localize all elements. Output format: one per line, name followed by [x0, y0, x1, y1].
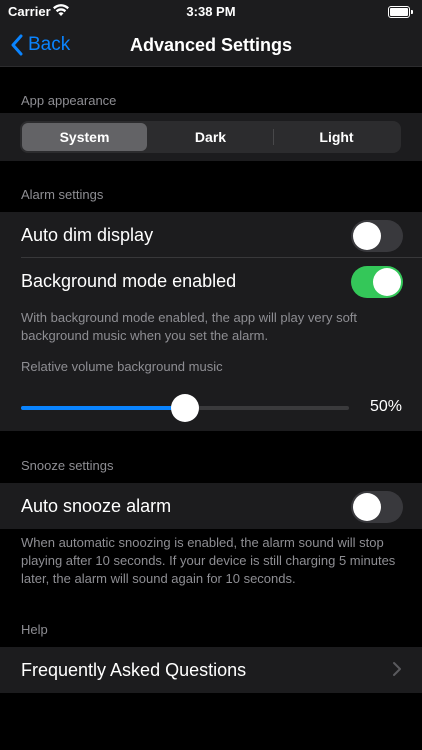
chevron-right-icon — [393, 662, 401, 676]
auto-dim-row: Auto dim display — [0, 212, 422, 258]
background-mode-toggle[interactable] — [351, 266, 403, 298]
volume-value: 50% — [369, 398, 402, 415]
settings-content: App appearance System Dark Light Alarm s… — [0, 67, 422, 750]
navigation-bar: Back Advanced Settings — [0, 24, 422, 67]
page-title: Advanced Settings — [129, 35, 293, 55]
status-time: 3:38 PM — [186, 4, 236, 19]
toggle-knob — [353, 222, 381, 250]
auto-snooze-label: Auto snooze alarm — [21, 496, 172, 516]
faq-label: Frequently Asked Questions — [21, 660, 247, 680]
appearance-section-header: App appearance — [21, 93, 117, 108]
segment-dark[interactable]: Dark — [148, 123, 273, 151]
snooze-section-header: Snooze settings — [21, 458, 114, 473]
status-bar: Carrier 3:38 PM — [0, 0, 422, 24]
volume-row: 50% — [0, 385, 422, 431]
faq-row[interactable]: Frequently Asked Questions — [0, 647, 422, 693]
auto-snooze-row: Auto snooze alarm — [0, 483, 422, 529]
volume-slider-fill — [21, 406, 185, 410]
help-section-header: Help — [21, 622, 48, 637]
auto-dim-toggle[interactable] — [351, 220, 403, 252]
segment-light[interactable]: Light — [274, 123, 399, 151]
appearance-segmented-control: System Dark Light — [20, 121, 401, 153]
auto-dim-label: Auto dim display — [21, 225, 154, 245]
background-mode-footer: With background mode enabled, the app wi… — [21, 310, 358, 343]
segment-system[interactable]: System — [22, 123, 147, 151]
toggle-knob — [373, 268, 401, 296]
volume-slider[interactable] — [21, 394, 349, 422]
volume-label: Relative volume background music — [21, 359, 223, 374]
toggle-knob — [353, 493, 381, 521]
volume-slider-thumb[interactable] — [171, 394, 199, 422]
battery-icon — [388, 6, 413, 18]
snooze-footer: When automatic snoozing is enabled, the … — [21, 535, 396, 586]
auto-snooze-toggle[interactable] — [351, 491, 403, 523]
alarm-section-header: Alarm settings — [21, 187, 104, 202]
background-mode-label: Background mode enabled — [21, 271, 237, 291]
background-mode-row: Background mode enabled — [0, 258, 422, 304]
